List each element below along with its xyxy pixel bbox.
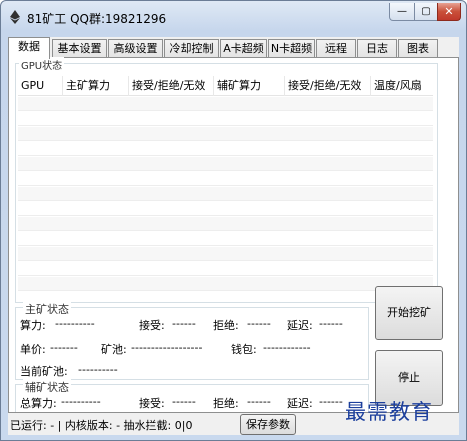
current-pool-label: 当前矿池: xyxy=(20,365,68,378)
table-row xyxy=(18,142,433,156)
aux-accepted-value: ------ xyxy=(172,395,196,408)
maximize-button[interactable]: ▢ xyxy=(414,3,438,21)
watermark-text: 最需教育 xyxy=(345,400,433,424)
table-row xyxy=(18,157,433,171)
wallet-label: 钱包: xyxy=(231,343,257,356)
tab-amd-overclock[interactable]: A卡超频 xyxy=(220,39,267,58)
main-accepted-label: 接受: xyxy=(139,319,165,332)
tab-strip: 数据 基本设置 高级设置 冷却控制 A卡超频 N卡超频 远程 日志 图表 xyxy=(8,37,459,59)
wallet-value: ------------ xyxy=(263,341,311,354)
tab-log[interactable]: 日志 xyxy=(357,39,397,58)
table-row xyxy=(18,97,433,111)
maximize-icon: ▢ xyxy=(421,6,431,17)
pool-label: 矿池: xyxy=(101,343,127,356)
table-row xyxy=(18,277,433,291)
table-row xyxy=(18,247,433,261)
main-hashrate-value: ---------- xyxy=(55,317,95,330)
start-mining-button[interactable]: 开始挖矿 xyxy=(375,286,443,340)
price-label: 单价: xyxy=(20,343,46,356)
aux-rejected-value: ------ xyxy=(247,395,271,408)
table-row xyxy=(18,187,433,201)
column-aux-hashrate[interactable]: 辅矿算力 xyxy=(214,76,285,96)
ethereum-icon xyxy=(10,10,20,24)
window-title: 81矿工 QQ群:19821296 xyxy=(27,12,167,26)
aux-accepted-label: 接受: xyxy=(139,397,165,410)
main-latency-value: ------ xyxy=(319,317,343,330)
aux-latency-label: 延迟: xyxy=(287,397,313,410)
column-main-hashrate[interactable]: 主矿算力 xyxy=(63,76,129,96)
minimize-icon: — xyxy=(397,6,407,17)
status-text: 已运行: - | 内核版本: - 抽水拦截: 0|0 xyxy=(10,419,193,432)
save-settings-button[interactable]: 保存参数 xyxy=(240,414,296,435)
main-status-label: 主矿状态 xyxy=(23,301,71,317)
column-main-shares[interactable]: 接受/拒绝/无效 xyxy=(129,76,214,96)
column-temp-fan[interactable]: 温度/风扇 xyxy=(371,76,433,96)
tab-cooling-control[interactable]: 冷却控制 xyxy=(164,39,219,58)
aux-hashrate-value: ---------- xyxy=(61,395,101,408)
tab-data[interactable]: 数据 xyxy=(8,37,50,59)
gpu-table-body xyxy=(18,97,433,301)
table-row xyxy=(18,262,433,276)
table-row xyxy=(18,112,433,126)
aux-rejected-label: 拒绝: xyxy=(213,397,239,410)
main-accepted-value: ------ xyxy=(172,317,196,330)
table-row xyxy=(18,232,433,246)
tab-advanced-settings[interactable]: 高级设置 xyxy=(108,39,163,58)
app-window: 81矿工 QQ群:19821296 — ▢ ✕ 数据 基本设置 高级设置 冷却控… xyxy=(0,0,467,441)
tab-remote[interactable]: 远程 xyxy=(316,39,356,58)
column-gpu[interactable]: GPU xyxy=(18,76,63,96)
close-button[interactable]: ✕ xyxy=(437,3,461,21)
main-rejected-label: 拒绝: xyxy=(213,319,239,332)
table-row xyxy=(18,217,433,231)
aux-latency-value: ------ xyxy=(319,395,343,408)
gpu-table[interactable]: GPU 主矿算力 接受/拒绝/无效 辅矿算力 接受/拒绝/无效 温度/风扇 xyxy=(18,76,433,301)
tab-chart[interactable]: 图表 xyxy=(398,39,438,58)
aux-status-label: 辅矿状态 xyxy=(23,379,71,395)
gpu-table-header: GPU 主矿算力 接受/拒绝/无效 辅矿算力 接受/拒绝/无效 温度/风扇 xyxy=(18,76,433,96)
pool-value: ------------------ xyxy=(131,341,203,354)
table-row xyxy=(18,127,433,141)
column-aux-shares[interactable]: 接受/拒绝/无效 xyxy=(285,76,371,96)
current-pool-value: ---------- xyxy=(78,363,118,376)
main-rejected-value: ------ xyxy=(247,317,271,330)
gpu-status-label: GPU状态 xyxy=(19,57,65,72)
table-row xyxy=(18,202,433,216)
minimize-button[interactable]: — xyxy=(389,3,415,21)
close-icon: ✕ xyxy=(444,5,454,18)
price-value: ------- xyxy=(50,341,78,354)
tab-nvidia-overclock[interactable]: N卡超频 xyxy=(268,39,315,58)
main-latency-label: 延迟: xyxy=(287,319,313,332)
title-bar[interactable]: 81矿工 QQ群:19821296 — ▢ ✕ xyxy=(1,1,466,31)
main-hashrate-label: 算力: xyxy=(20,319,46,332)
tab-basic-settings[interactable]: 基本设置 xyxy=(52,39,107,58)
table-row xyxy=(18,172,433,186)
client-area: 数据 基本设置 高级设置 冷却控制 A卡超频 N卡超频 远程 日志 图表 GPU… xyxy=(8,37,459,435)
aux-hashrate-label: 总算力: xyxy=(20,397,57,410)
